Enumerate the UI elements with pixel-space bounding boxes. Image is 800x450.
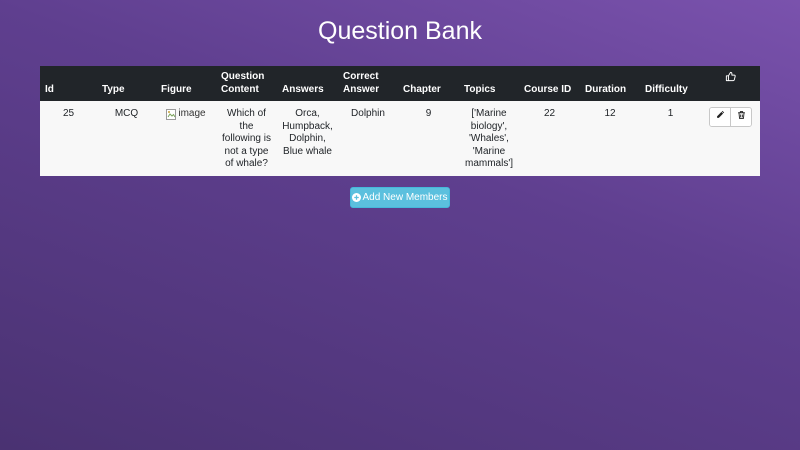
- figure-image: image: [166, 108, 206, 121]
- column-header-difficulty[interactable]: Difficulty: [640, 66, 701, 101]
- row-action-buttons: [709, 107, 752, 127]
- column-header-topics[interactable]: Topics: [459, 66, 519, 101]
- column-header-type[interactable]: Type: [97, 66, 156, 101]
- column-header-figure[interactable]: Figure: [156, 66, 216, 101]
- column-header-correct-answer[interactable]: Correct Answer: [338, 66, 398, 101]
- table-header: Id Type Figure Question Content Answers …: [40, 66, 760, 101]
- cell-topics: ['Marine biology', 'Whales', 'Marine mam…: [464, 108, 514, 170]
- column-header-duration[interactable]: Duration: [580, 66, 640, 101]
- question-table-container: Id Type Figure Question Content Answers …: [40, 66, 760, 176]
- edit-button[interactable]: [710, 108, 730, 126]
- add-button-label: Add New Members: [362, 192, 448, 203]
- column-header-actions: [701, 66, 760, 101]
- column-header-answers[interactable]: Answers: [277, 66, 338, 101]
- column-header-chapter[interactable]: Chapter: [398, 66, 459, 101]
- delete-button[interactable]: [730, 108, 751, 126]
- broken-image-icon: [166, 108, 177, 120]
- table-body: 25 MCQ image Which of the following is n…: [40, 101, 760, 176]
- cell-question-content: Which of the following is not a type of …: [222, 108, 271, 170]
- trash-icon: [737, 110, 746, 125]
- figure-alt-text: image: [178, 108, 206, 119]
- column-header-course-id[interactable]: Course ID: [519, 66, 580, 101]
- cell-id: 25: [62, 108, 75, 119]
- cell-figure: image: [156, 101, 216, 176]
- pencil-icon: [716, 110, 725, 124]
- cell-difficulty: 1: [667, 108, 674, 119]
- cell-correct-answer: Dolphin: [351, 108, 385, 119]
- table-row: 25 MCQ image Which of the following is n…: [40, 101, 760, 176]
- thumbs-up-icon: [725, 71, 736, 85]
- cell-chapter: 9: [425, 108, 432, 119]
- add-new-members-button[interactable]: Add New Members: [350, 187, 450, 208]
- header-row: Id Type Figure Question Content Answers …: [40, 66, 760, 101]
- question-table: Id Type Figure Question Content Answers …: [40, 66, 760, 176]
- page-title: Question Bank: [318, 17, 482, 45]
- cell-course-id: 22: [543, 108, 556, 119]
- cell-type: MCQ: [114, 108, 139, 119]
- cell-actions: [701, 101, 760, 176]
- column-header-question-content[interactable]: Question Content: [216, 66, 277, 101]
- cell-answers: Orca, Humpback, Dolphin, Blue whale: [282, 108, 333, 157]
- plus-circle-icon: [352, 193, 362, 202]
- cell-duration: 12: [604, 108, 616, 119]
- column-header-id[interactable]: Id: [40, 66, 97, 101]
